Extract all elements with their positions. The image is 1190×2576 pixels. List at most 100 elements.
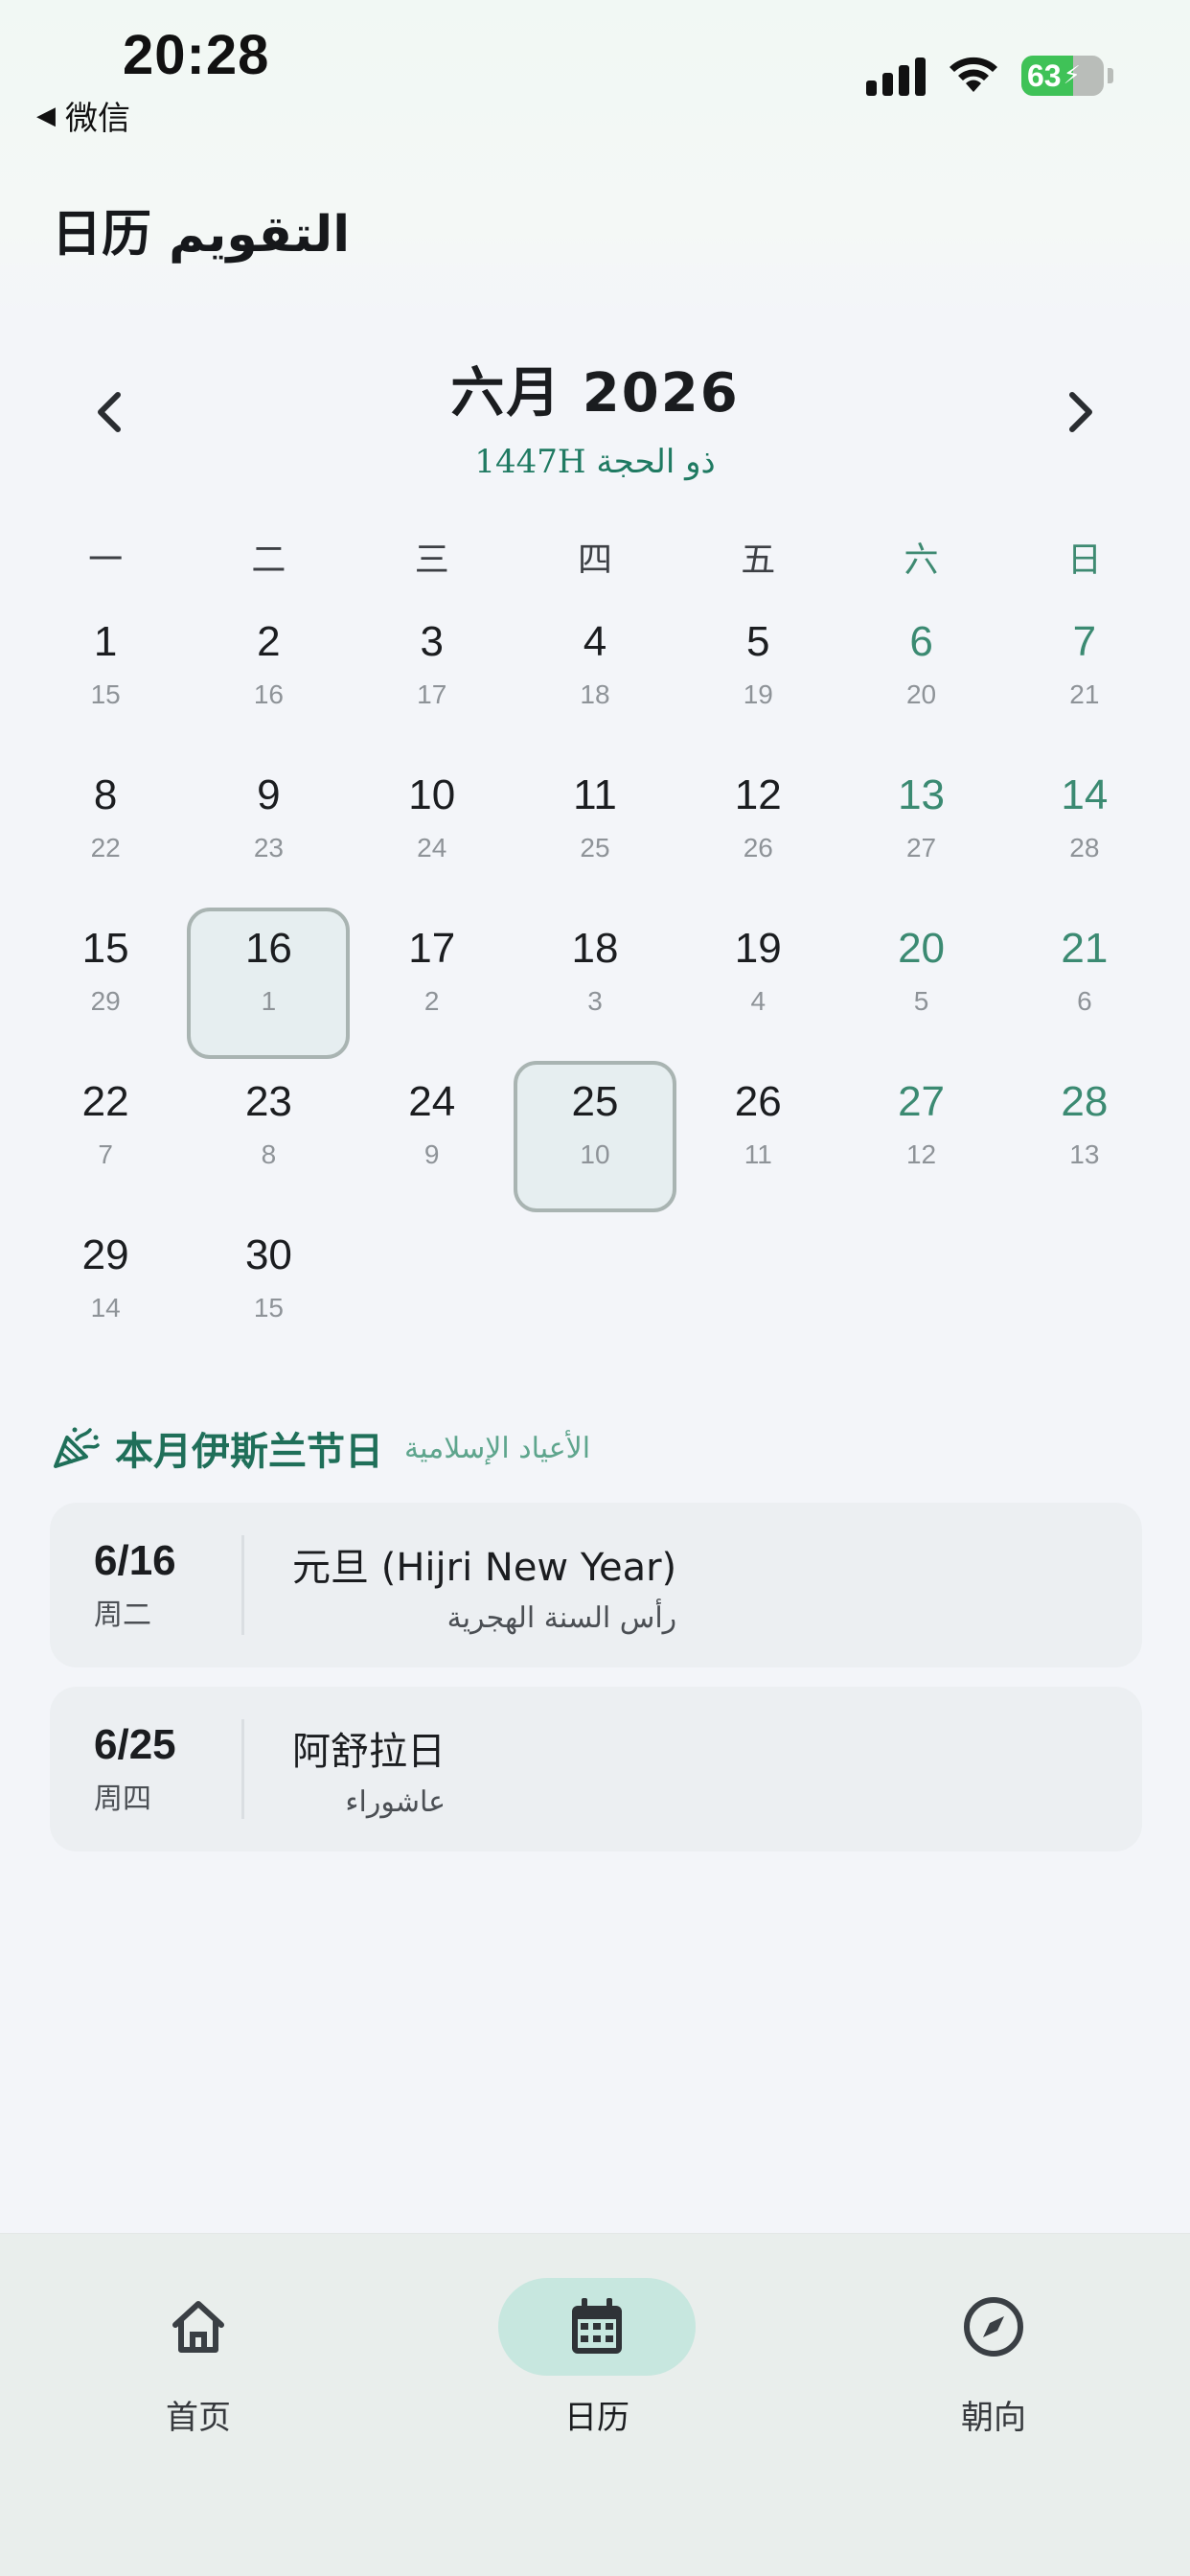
- calendar-day[interactable]: 19 4: [676, 915, 839, 1069]
- calendar-day[interactable]: 25 10: [514, 1069, 676, 1222]
- gregorian-day: 1: [93, 618, 118, 665]
- holiday-weekday: 周二: [94, 1598, 151, 1632]
- gregorian-day: 26: [734, 1078, 782, 1125]
- calendar-day[interactable]: 6 20: [839, 609, 1002, 762]
- calendar-day[interactable]: 26 11: [676, 1069, 839, 1222]
- next-month-button[interactable]: [1052, 383, 1110, 441]
- gregorian-day: 21: [1061, 925, 1109, 972]
- hijri-day: 13: [1069, 1139, 1100, 1169]
- battery-cap: [1108, 68, 1113, 83]
- gregorian-day: 9: [257, 771, 281, 818]
- tab-home[interactable]: 首页: [98, 2278, 299, 2438]
- gregorian-day: 8: [93, 771, 118, 818]
- hijri-day: 2: [423, 986, 440, 1016]
- calendar-day[interactable]: 22 7: [24, 1069, 187, 1222]
- calendar-day[interactable]: 216: [1003, 915, 1166, 1069]
- hijri-month: ذو الحجة 1447H: [474, 443, 716, 481]
- gregorian-day: 7: [1072, 618, 1097, 665]
- prev-month-button[interactable]: [80, 383, 138, 441]
- calendar-day[interactable]: 13 27: [839, 762, 1002, 915]
- holiday-card[interactable]: 6/25 周四 阿舒拉日 عاشوراء: [50, 1687, 1142, 1852]
- hijri-day: 8: [261, 1139, 277, 1169]
- gregorian-day: 19: [734, 925, 782, 972]
- tab-direction-label: 朝向: [961, 2399, 1026, 2437]
- calendar-day[interactable]: 5 19: [676, 609, 839, 762]
- holiday-card[interactable]: 6/16 周二 元旦 (Hijri New Year) رأس السنة ال…: [50, 1503, 1142, 1668]
- holiday-name: 阿舒拉日: [292, 1729, 446, 1774]
- calendar-day[interactable]: 14 28: [1003, 762, 1166, 915]
- weekday-label: 四: [577, 540, 612, 580]
- hijri-day: 18: [580, 679, 610, 709]
- back-to-wechat[interactable]: ◀ 微信: [36, 92, 130, 139]
- weekday-label: 一: [88, 540, 124, 580]
- gregorian-day: 30: [244, 1231, 292, 1278]
- back-label: 微信: [65, 100, 130, 138]
- hijri-day: 28: [1069, 833, 1100, 862]
- holiday-date-block: 6/16 周二: [50, 1537, 241, 1633]
- calendar-day[interactable]: 23 8: [187, 1069, 350, 1222]
- hijri-day: 10: [580, 1139, 610, 1169]
- calendar-day[interactable]: 3 17: [351, 609, 514, 762]
- hijri-day: 17: [417, 679, 447, 709]
- gregorian-day: 28: [1061, 1078, 1109, 1125]
- page-title: 日历 التقويم: [52, 206, 351, 264]
- battery-icon: 63 ⚡: [1021, 56, 1104, 96]
- hijri-day: 9: [423, 1139, 440, 1169]
- tab-calendar-icon-wrap: [498, 2278, 696, 2376]
- gregorian-day: 13: [898, 771, 946, 818]
- gregorian-day: 3: [420, 618, 444, 665]
- gregorian-day: 4: [583, 618, 607, 665]
- calendar-day[interactable]: 29 14: [24, 1222, 187, 1375]
- gregorian-day: 17: [408, 925, 456, 972]
- tab-calendar[interactable]: 日历: [496, 2278, 698, 2438]
- hijri-day: 14: [90, 1293, 121, 1322]
- hijri-day: 25: [580, 833, 610, 862]
- calendar-day[interactable]: 11 25: [514, 762, 676, 915]
- calendar-day[interactable]: 15 29: [24, 915, 187, 1069]
- holiday-info: 元旦 (Hijri New Year) رأس السنة الهجرية: [292, 1536, 676, 1635]
- calendar-day[interactable]: 28 13: [1003, 1069, 1166, 1222]
- divider: [241, 1719, 244, 1819]
- compass-icon: [964, 2297, 1023, 2357]
- calendar-day[interactable]: 20 5: [839, 915, 1002, 1069]
- holiday-date: 6/16: [94, 1537, 176, 1584]
- calendar-day[interactable]: 4 18: [514, 609, 676, 762]
- hijri-day: 12: [905, 1139, 937, 1169]
- calendar-day[interactable]: 18 3: [514, 915, 676, 1069]
- hijri-day: 24: [417, 833, 447, 862]
- weekday-label: 三: [414, 540, 449, 580]
- holiday-weekday: 周四: [94, 1782, 151, 1816]
- charging-bolt-icon: ⚡: [1063, 61, 1081, 90]
- tab-direction-icon-wrap: [895, 2278, 1092, 2376]
- back-triangle-icon: ◀: [36, 101, 56, 130]
- hijri-day: 15: [253, 1293, 284, 1322]
- calendar-day[interactable]: 16 1: [187, 915, 350, 1069]
- calendar-day[interactable]: 1 15: [24, 609, 187, 762]
- gregorian-day: 18: [571, 925, 619, 972]
- gregorian-day: 16: [244, 925, 292, 972]
- calendar-day[interactable]: 24 9: [351, 1069, 514, 1222]
- weekday-label: 二: [251, 540, 286, 580]
- gregorian-day: 29: [81, 1231, 129, 1278]
- calendar-day[interactable]: 10 24: [351, 762, 514, 915]
- weekday-label: 六: [904, 540, 939, 580]
- hijri-day: 19: [743, 679, 773, 709]
- calendar-day[interactable]: 27 12: [839, 1069, 1002, 1222]
- gregorian-day: 23: [244, 1078, 292, 1125]
- calendar-day[interactable]: 17 2: [351, 915, 514, 1069]
- hijri-day: 29: [90, 986, 121, 1016]
- calendar-day[interactable]: 30 15: [187, 1222, 350, 1375]
- gregorian-day: 2: [257, 618, 281, 665]
- holiday-date-block: 6/25 周四: [50, 1721, 241, 1817]
- tab-direction[interactable]: 朝向: [893, 2278, 1094, 2438]
- holidays-section-header: 本月伊斯兰节日 الأعياد الإسلامية: [52, 1420, 590, 1476]
- hijri-day: 7: [98, 1139, 113, 1169]
- calendar-day[interactable]: 12 26: [676, 762, 839, 915]
- calendar-day[interactable]: 7 21: [1003, 609, 1166, 762]
- calendar-day[interactable]: 9 23: [187, 762, 350, 915]
- gregorian-day: 25: [571, 1078, 619, 1125]
- calendar-day[interactable]: 216: [187, 609, 350, 762]
- gregorian-day: 22: [81, 1078, 129, 1125]
- calendar-day[interactable]: 8 22: [24, 762, 187, 915]
- hijri-day: 5: [913, 986, 929, 1016]
